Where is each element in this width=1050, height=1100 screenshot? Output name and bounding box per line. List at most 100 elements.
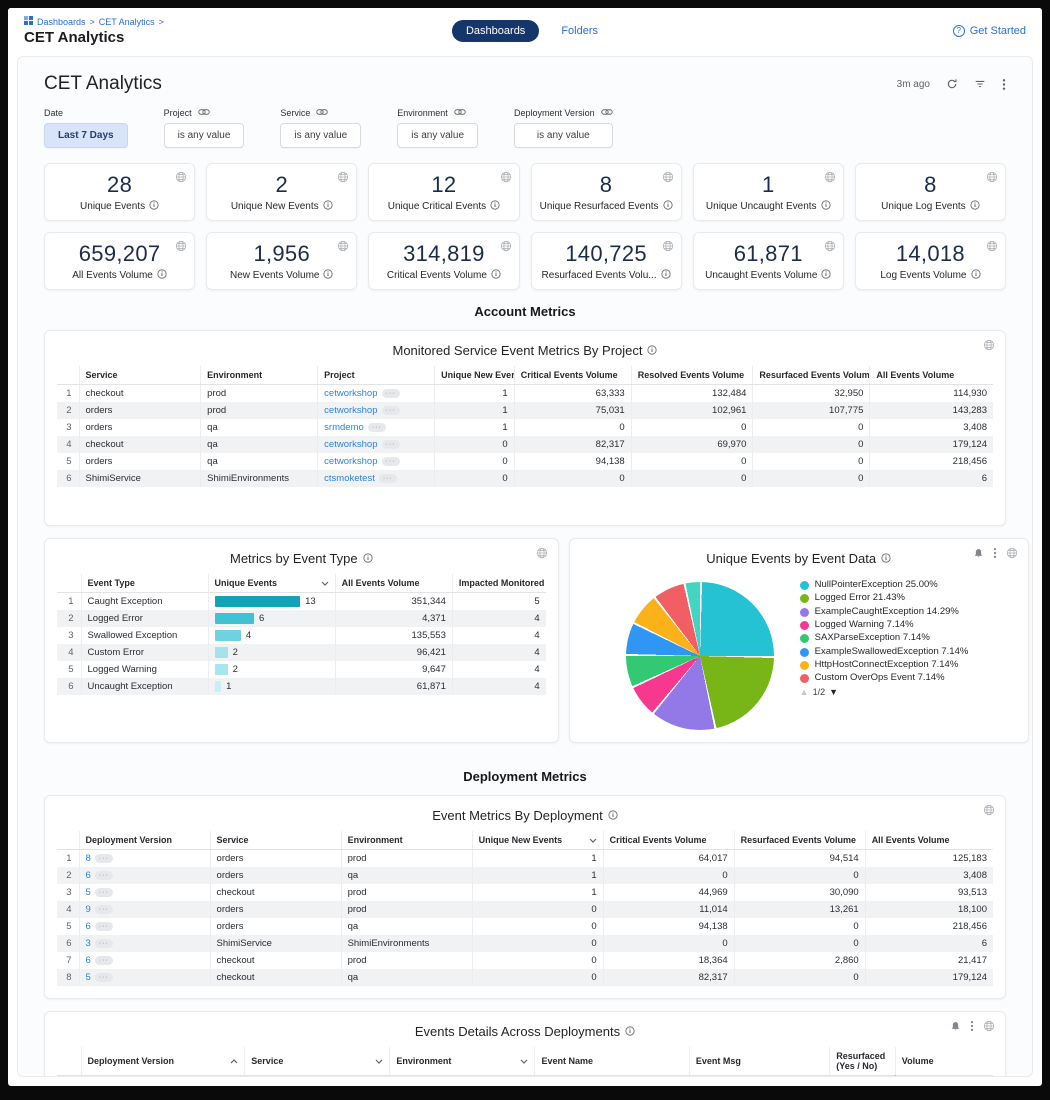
- ellipsis-pill[interactable]: ···: [382, 457, 400, 466]
- globe-icon[interactable]: [337, 170, 349, 188]
- bell-icon[interactable]: [973, 548, 984, 559]
- table-cell: 63,333: [514, 385, 631, 403]
- cell-link[interactable]: 6: [86, 921, 91, 932]
- globe-icon[interactable]: [824, 170, 836, 188]
- bar-cell: 4: [215, 630, 329, 641]
- table-cell: srmdemo ···: [318, 419, 435, 436]
- tab-dashboards[interactable]: Dashboards: [452, 20, 539, 42]
- ellipsis-pill[interactable]: ···: [382, 406, 400, 415]
- filter-icon[interactable]: [974, 78, 986, 90]
- ellipsis-pill[interactable]: ···: [368, 423, 386, 432]
- filter-value-button[interactable]: is any value: [164, 123, 245, 148]
- ellipsis-pill[interactable]: ···: [379, 474, 397, 483]
- table-cell: 179,124: [870, 436, 993, 453]
- cell-link[interactable]: 5: [86, 972, 91, 983]
- refresh-icon[interactable]: [946, 78, 958, 90]
- metric-card: 61,871Uncaught Events Volume: [693, 232, 844, 290]
- cell-link[interactable]: cetworkshop: [324, 405, 377, 416]
- table-cell: cetworkshop ···: [318, 385, 435, 403]
- row-number: 2: [57, 610, 81, 627]
- breadcrumb-item-current[interactable]: CET Analytics: [99, 17, 155, 27]
- column-header: Service: [210, 831, 341, 850]
- column-header[interactable]: Unique New Events: [472, 831, 603, 850]
- filter-value-button[interactable]: is any value: [397, 123, 478, 148]
- table-cell: 132,484: [631, 385, 753, 403]
- ellipsis-pill[interactable]: ···: [95, 939, 113, 948]
- kebab-menu-icon[interactable]: [970, 1020, 974, 1032]
- legend-item: Custom OverOps Event 7.14%: [800, 672, 1012, 684]
- column-header: Event Name: [535, 1047, 689, 1076]
- table-cell: 0: [472, 918, 603, 935]
- column-header: Deployment Version: [79, 831, 210, 850]
- filter-value-button[interactable]: Last 7 Days: [44, 123, 128, 148]
- filter-value-button[interactable]: is any value: [514, 123, 613, 148]
- cell-link[interactable]: 3: [86, 938, 91, 949]
- globe-icon[interactable]: [983, 1020, 995, 1032]
- globe-icon[interactable]: [337, 239, 349, 257]
- globe-icon[interactable]: [983, 804, 995, 816]
- value-bar: [215, 647, 228, 658]
- page-down-icon[interactable]: ▼: [829, 687, 838, 697]
- cell-link[interactable]: cetworkshop: [324, 456, 377, 467]
- ellipsis-pill[interactable]: ···: [95, 905, 113, 914]
- ellipsis-pill[interactable]: ···: [95, 854, 113, 863]
- column-header[interactable]: Environment: [390, 1047, 535, 1076]
- ellipsis-pill[interactable]: ···: [95, 888, 113, 897]
- cell-link[interactable]: 5: [86, 887, 91, 898]
- cell-link[interactable]: 6: [86, 955, 91, 966]
- ellipsis-pill[interactable]: ···: [95, 973, 113, 982]
- section-title-account-metrics: Account Metrics: [44, 304, 1006, 319]
- kebab-menu-icon[interactable]: [993, 547, 997, 559]
- globe-icon[interactable]: [983, 339, 995, 351]
- globe-icon[interactable]: [175, 170, 187, 188]
- globe-icon[interactable]: [662, 239, 674, 257]
- table-cell: 69,970: [631, 436, 753, 453]
- ellipsis-pill[interactable]: ···: [382, 389, 400, 398]
- column-header[interactable]: Deployment Version: [81, 1047, 245, 1076]
- metric-value: 314,819: [403, 241, 485, 267]
- apps-grid-icon[interactable]: [24, 16, 33, 27]
- column-header[interactable]: Service: [245, 1047, 390, 1076]
- kebab-menu-icon[interactable]: [1002, 78, 1006, 91]
- bell-icon[interactable]: [950, 1021, 961, 1032]
- globe-icon[interactable]: [1006, 547, 1018, 559]
- row-number-header: [57, 574, 81, 593]
- get-started-label: Get Started: [970, 25, 1026, 37]
- filter-value-button[interactable]: is any value: [280, 123, 361, 148]
- globe-icon[interactable]: [500, 239, 512, 257]
- ellipsis-pill[interactable]: ···: [382, 440, 400, 449]
- table-cell: 5 ···: [79, 969, 210, 986]
- globe-icon[interactable]: [536, 547, 548, 559]
- cell-link[interactable]: 8: [86, 853, 91, 864]
- table-cell: 4: [452, 644, 545, 661]
- breadcrumb-item-dashboards[interactable]: Dashboards: [37, 17, 86, 27]
- cell-link[interactable]: 6: [86, 870, 91, 881]
- globe-icon[interactable]: [175, 239, 187, 257]
- cell-link[interactable]: 9: [86, 904, 91, 915]
- cell-link[interactable]: srmdemo: [324, 422, 364, 433]
- cell-link[interactable]: cetworkshop: [324, 439, 377, 450]
- table-cell: orders: [210, 850, 341, 868]
- column-header[interactable]: Unique New Ever: [435, 366, 515, 385]
- ellipsis-pill[interactable]: ···: [95, 871, 113, 880]
- globe-icon[interactable]: [824, 239, 836, 257]
- table-cell: orders: [79, 402, 201, 419]
- page-up-icon[interactable]: ▲: [800, 687, 809, 697]
- column-header: Project: [318, 366, 435, 385]
- get-started-link[interactable]: ? Get Started: [953, 25, 1026, 37]
- tab-folders[interactable]: Folders: [561, 25, 598, 37]
- globe-icon[interactable]: [986, 239, 998, 257]
- info-icon: [608, 808, 618, 823]
- info-icon: [881, 551, 891, 566]
- globe-icon[interactable]: [500, 170, 512, 188]
- column-header[interactable]: Unique Events: [208, 574, 335, 593]
- globe-icon[interactable]: [662, 170, 674, 188]
- cell-link[interactable]: ctsmoketest: [324, 473, 375, 484]
- ellipsis-pill[interactable]: ···: [95, 922, 113, 931]
- ellipsis-pill[interactable]: ···: [95, 956, 113, 965]
- table-cell: 0: [734, 867, 865, 884]
- globe-icon[interactable]: [986, 170, 998, 188]
- column-header: All Events Volume: [335, 574, 452, 593]
- bar-cell: 6: [215, 613, 329, 624]
- cell-link[interactable]: cetworkshop: [324, 388, 377, 399]
